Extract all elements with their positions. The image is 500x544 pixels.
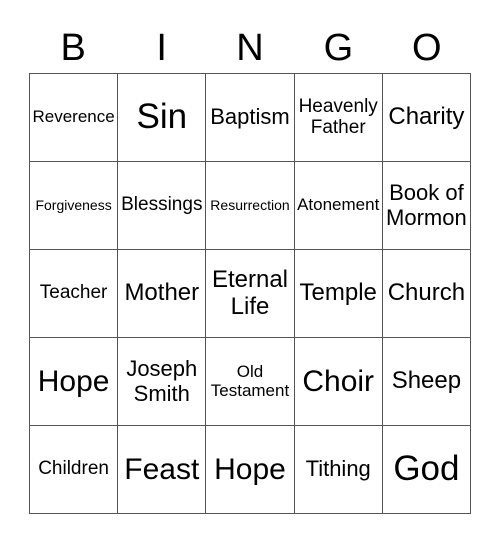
bingo-cell[interactable]: Baptism bbox=[206, 74, 295, 162]
bingo-cell[interactable]: Hope bbox=[206, 426, 295, 514]
bingo-cell[interactable]: Choir bbox=[294, 338, 383, 426]
bingo-cell[interactable]: Reverence bbox=[30, 74, 119, 162]
bingo-cell[interactable]: Forgiveness bbox=[30, 162, 119, 250]
bingo-cell[interactable]: Book of Mormon bbox=[382, 162, 471, 250]
bingo-cell[interactable]: Old Testament bbox=[206, 338, 295, 426]
bingo-cell[interactable]: Joseph Smith bbox=[118, 338, 207, 426]
bingo-cell[interactable]: Resurrection bbox=[206, 162, 295, 250]
header-letter-b: B bbox=[60, 27, 86, 69]
bingo-cell[interactable]: Eternal Life bbox=[206, 250, 295, 338]
bingo-card-grid: Reverence Sin Baptism Heavenly Father Ch… bbox=[29, 73, 471, 514]
bingo-cell[interactable]: God bbox=[382, 426, 471, 514]
header-letter-o: O bbox=[412, 27, 442, 69]
bingo-cell[interactable]: Blessings bbox=[118, 162, 207, 250]
bingo-cell[interactable]: Tithing bbox=[294, 426, 383, 514]
bingo-cell[interactable]: Church bbox=[382, 250, 471, 338]
bingo-cell[interactable]: Hope bbox=[30, 338, 119, 426]
bingo-cell[interactable]: Sheep bbox=[382, 338, 471, 426]
bingo-cell[interactable]: Sin bbox=[118, 74, 207, 162]
bingo-cell[interactable]: Teacher bbox=[30, 250, 119, 338]
header-letter-i: I bbox=[156, 27, 167, 69]
bingo-cell[interactable]: Temple bbox=[294, 250, 383, 338]
bingo-cell[interactable]: Children bbox=[30, 426, 119, 514]
header-letter-g: G bbox=[323, 27, 354, 69]
bingo-cell[interactable]: Heavenly Father bbox=[294, 74, 383, 162]
bingo-cell[interactable]: Atonement bbox=[294, 162, 383, 250]
bingo-cell[interactable]: Mother bbox=[118, 250, 207, 338]
bingo-cell[interactable]: Charity bbox=[382, 74, 471, 162]
header-letter-n: N bbox=[236, 27, 264, 69]
bingo-header: B I N G O bbox=[29, 20, 471, 76]
bingo-cell[interactable]: Feast bbox=[118, 426, 207, 514]
